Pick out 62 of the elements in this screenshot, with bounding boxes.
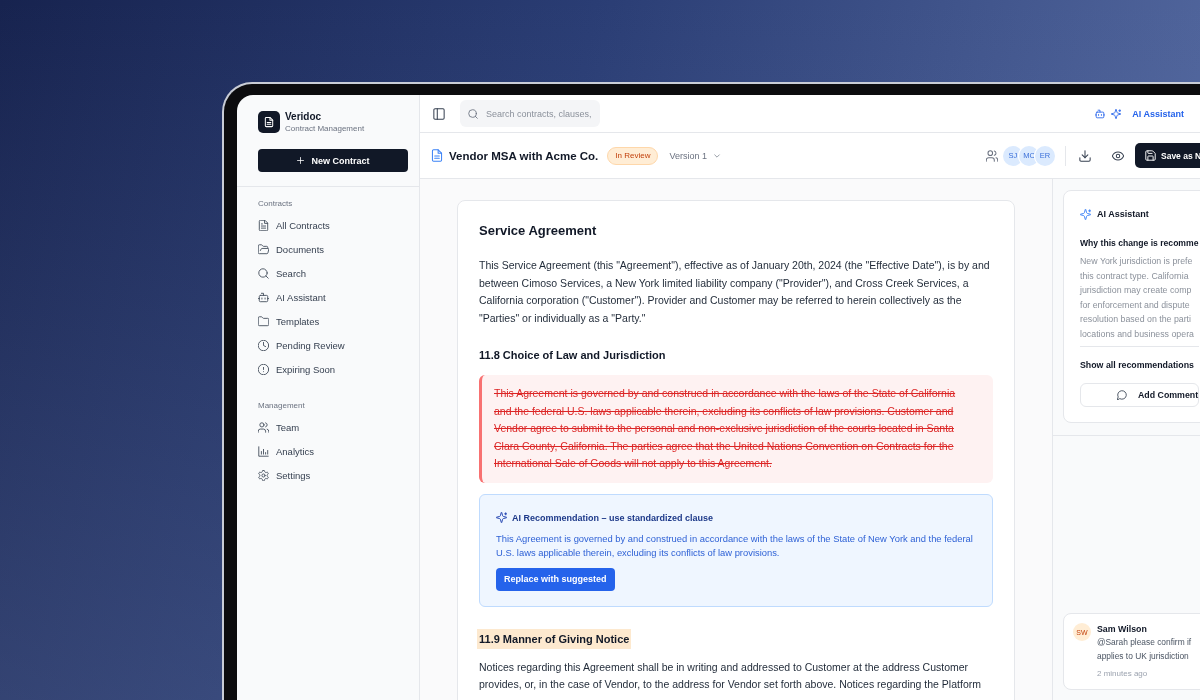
sidebar-item[interactable]: Search [258, 261, 408, 285]
deleted-clause: This Agreement is governed by and construed in accordance with the laws of the State of California and the federal U.S. laws applicable therein, excluding its conflicts of law provisions. Customer and Vendor agree to submit to the personal and non-exclusive jurisdiction of the courts located in Santa Clara County, California. The parties agree that the United Nations Convention on Contracts for the International Sale of Goods will not apply to this Agreement. [479, 375, 993, 483]
comment-author: Sam Wilson [1097, 623, 1148, 635]
save-button[interactable]: Save as N [1135, 143, 1200, 168]
eye-icon[interactable] [1112, 149, 1124, 162]
sidebar-item[interactable]: AI Assistant [258, 285, 408, 309]
open-folder-icon [258, 243, 269, 255]
settings-icon [258, 469, 269, 481]
show-all-link[interactable]: Show all recommendations [1080, 359, 1194, 372]
sparkles-icon [1080, 208, 1091, 220]
document-heading: Service Agreement [479, 222, 598, 240]
save-icon [1145, 150, 1156, 161]
sidebar-toggle-icon[interactable] [433, 107, 445, 120]
users-icon [986, 149, 998, 162]
download-icon[interactable] [1079, 149, 1091, 162]
bar-chart-icon [258, 445, 269, 457]
clock-icon [258, 339, 269, 351]
replace-button[interactable]: Replace with suggested [496, 567, 615, 591]
comment-time: 2 minutes ago [1097, 668, 1149, 680]
sparkles-icon [1111, 108, 1122, 119]
sidebar-item[interactable]: Pending Review [258, 333, 408, 357]
version-dropdown[interactable]: Version 1 [669, 150, 721, 161]
comment-text: @Sarah please confirm if applies to UK jurisdiction [1097, 636, 1192, 663]
sparkles-icon [496, 512, 507, 523]
chat-bubble-icon [1117, 390, 1127, 400]
search-icon [468, 108, 478, 119]
sidebar-item[interactable]: Team [258, 415, 408, 439]
paragraph: Notices regarding this Agreement shall be in writing and addressed to Customer at the address Customer provides, or, in the case of Vendor, to the address for Vendor set forth above. Notices regarding the Platform [479, 659, 982, 692]
file-icon [258, 219, 269, 231]
section-heading: 11.8 Choice of Law and Jurisdiction [479, 348, 666, 363]
logo-icon [258, 111, 280, 133]
section-label: Contracts [258, 198, 294, 209]
sidebar-item[interactable]: Settings [258, 463, 408, 487]
recommendation-title: AI Recommendation – use standardized clause [512, 512, 714, 523]
card-title: AI Assistant [1097, 209, 1149, 219]
add-comment-button[interactable]: Add Comment [1080, 383, 1200, 407]
chevron-down-icon [712, 151, 721, 160]
sidebar-item[interactable]: Documents [258, 237, 408, 261]
search-icon [258, 267, 269, 279]
section-label: Management [258, 400, 306, 411]
status-badge: In Review [607, 146, 659, 165]
sidebar-item[interactable]: All Contracts [258, 213, 408, 237]
brand-tagline: Contract Management [285, 124, 365, 134]
robot-icon [1095, 108, 1106, 119]
plus-icon [296, 156, 306, 165]
section-heading: 11.9 Manner of Giving Notice [477, 628, 632, 649]
search-field[interactable]: Search contracts, clauses, [460, 100, 600, 127]
document-title: Vendor MSA with Acme Co. [449, 149, 599, 162]
folder-icon [258, 315, 269, 327]
document-icon [431, 149, 443, 162]
recommendation-text: This Agreement is governed by and construed in accordance with the laws of the State of New York and the federal U.S. laws applicable therein, excluding its conflicts of law provisions. [496, 531, 974, 560]
sidebar-item[interactable]: Templates [258, 309, 408, 333]
new-contract-button[interactable]: New Contract [258, 149, 408, 172]
reason-title: Why this change is recomme [1080, 237, 1200, 250]
ai-assistant-button[interactable]: AI Assistant [1089, 104, 1190, 123]
sidebar-item[interactable]: Analytics [258, 439, 408, 463]
paragraph: This Service Agreement (this "Agreement"), effective as of January 20th, 2024 (the "Effective Date"), is by and between Cimoso Services, a New York limited liability company ("Provider"), and Cross Creek Services, a California corporation ("Customer"). Provider and Customer may be referred to herein collectively as the "Parties" or individually as a "Party." [479, 258, 991, 326]
sidebar-item[interactable]: Expiring Soon [258, 357, 408, 381]
reason-text: New York jurisdiction is prefe this contract type. California jurisdiction may create comp for enforcement and dispute resolution based on the parti locations and business opera [1080, 255, 1195, 341]
users-icon [258, 421, 269, 433]
brand-name: Veridoc [285, 111, 323, 123]
robot-icon [258, 291, 269, 303]
